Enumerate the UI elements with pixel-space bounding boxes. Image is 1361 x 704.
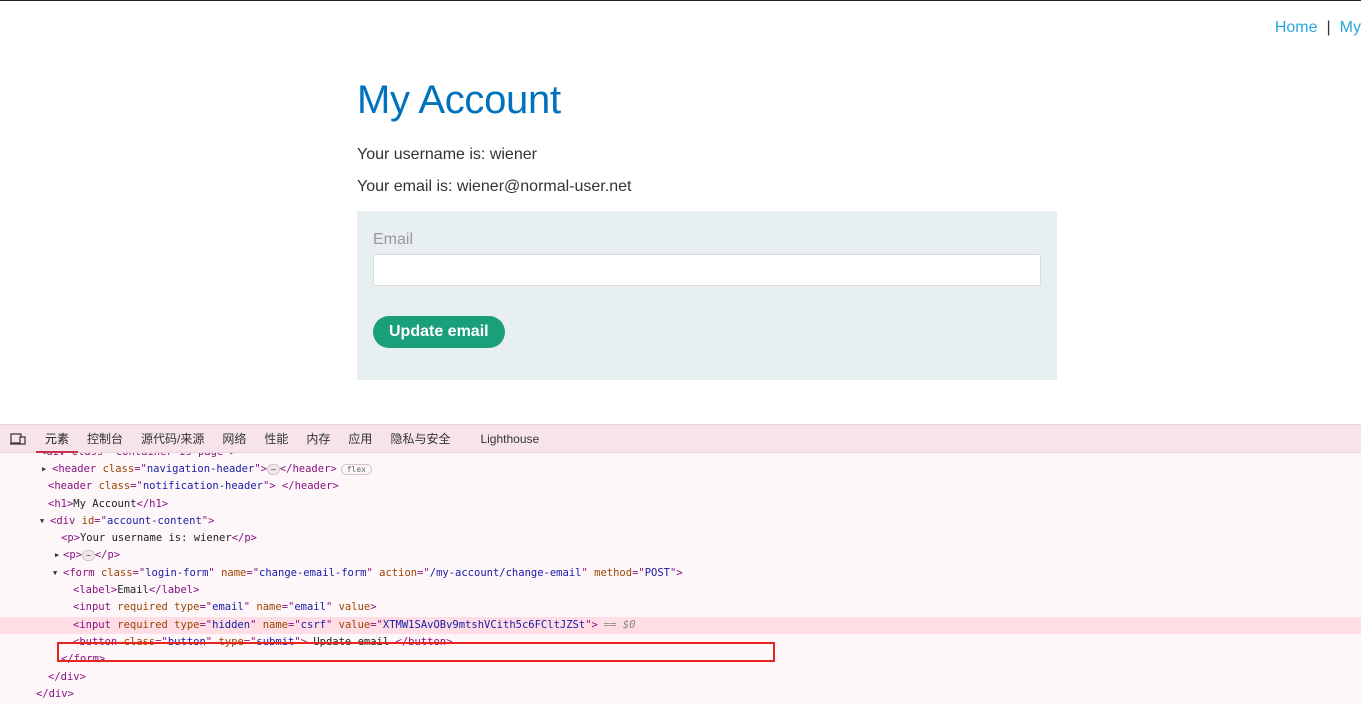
page-title: My Account [357,78,561,122]
tab-application[interactable]: 应用 [339,425,381,453]
dom-tree: <div class="container is-page"> ▶ <heade… [0,453,1361,703]
email-text: Your email is: wiener@normal-user.net [357,178,632,195]
expand-arrow-icon[interactable]: ▶ [55,547,59,564]
account-content: My Account Your username is: wiener Your… [357,78,1057,380]
collapsed-content-icon[interactable]: ⋯ [266,463,280,475]
dom-line-p-collapsed[interactable]: ▶ <p> ⋯ </p> [0,547,1361,564]
dom-line-h1[interactable]: <h1>My Account</h1> [0,496,1361,513]
tab-sources[interactable]: 源代码/来源 [132,425,213,453]
tab-lighthouse[interactable]: Lighthouse [471,425,548,453]
email-label: Email [373,231,414,248]
dom-line-outer-div-close[interactable]: </div> [0,686,1361,703]
collapsed-content-icon[interactable]: ⋯ [81,549,95,561]
tab-privacy-security[interactable]: 隐私与安全 [381,425,459,453]
update-email-button[interactable]: Update email [373,316,505,348]
dom-line-header-notification[interactable]: <header class="notification-header"> </h… [0,478,1361,495]
username-text: Your username is: wiener [357,146,537,163]
collapse-arrow-icon[interactable]: ▼ [53,565,57,582]
dom-line-header-nav[interactable]: ▶ <header class="navigation-header"> ⋯ </h… [0,461,1361,478]
devtools-panel: 元素 控制台 源代码/来源 网络 性能 内存 应用 隐私与安全 Lighthou… [0,424,1361,704]
csrf-token-value[interactable]: XTMW1SAvOBv9mtshVCith5c6FCltJZSt [383,619,585,631]
dom-line-button[interactable]: <button class="button" type="submit"> Up… [0,634,1361,651]
devtools-tab-bar: 元素 控制台 源代码/来源 网络 性能 内存 应用 隐私与安全 Lighthou… [0,425,1361,453]
dom-line-container-clipped[interactable]: <div class="container is-page"> [0,453,1361,461]
collapse-arrow-icon[interactable]: ▼ [40,513,44,530]
nav-separator: | [1326,19,1331,36]
flex-badge[interactable]: flex [340,463,372,475]
dom-line-input-email[interactable]: <input required type="email" name="email… [0,599,1361,616]
page-viewport: Home | My My Account Your username is: wie… [0,0,1361,424]
navigation-header: Home | My [1275,19,1361,37]
expand-arrow-icon[interactable]: ▶ [42,461,46,478]
dom-line-form[interactable]: ▼ <form class="login-form" name="change-… [0,565,1361,582]
nav-link-home[interactable]: Home [1275,19,1318,36]
tab-console[interactable]: 控制台 [78,425,132,453]
dom-line-form-close[interactable]: </form> [0,651,1361,668]
dom-line-label[interactable]: <label>Email</label> [0,582,1361,599]
change-email-form: Email Update email [357,211,1057,380]
tab-network[interactable]: 网络 [213,425,255,453]
email-input[interactable] [373,254,1041,286]
dom-line-p-username[interactable]: <p>Your username is: wiener</p> [0,530,1361,547]
tab-performance[interactable]: 性能 [255,425,297,453]
tab-memory[interactable]: 内存 [297,425,339,453]
nav-link-my-account[interactable]: My [1340,19,1361,36]
tab-elements[interactable]: 元素 [36,425,79,453]
selected-node-marker: == $0 [603,618,636,631]
dom-line-div-close[interactable]: </div> [0,669,1361,686]
device-toolbar-icon[interactable] [0,425,36,453]
dom-line-div-account-content[interactable]: ▼ <div id="account-content"> [0,513,1361,530]
dom-line-input-csrf-selected[interactable]: <input required type="hidden" name="csrf… [0,616,1361,634]
dom-clipped-text: <div class="container is-page"> [40,453,236,461]
